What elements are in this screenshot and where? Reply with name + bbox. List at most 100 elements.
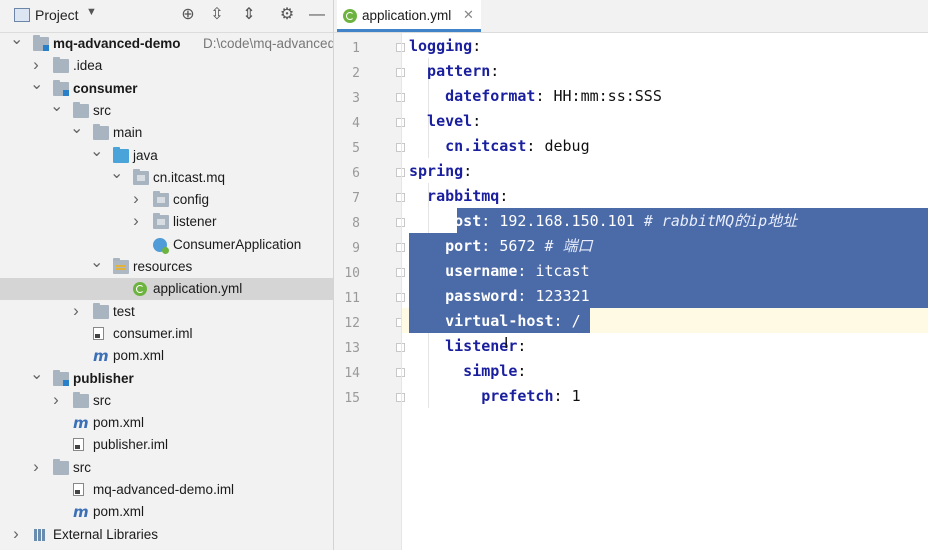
project-view-icon[interactable] <box>14 8 30 22</box>
yaml-key: pattern <box>409 62 491 80</box>
tree-item-label: cn.itcast.mq <box>153 169 226 185</box>
chevron-right-icon[interactable]: › <box>130 210 142 232</box>
tree-item-label: .idea <box>73 58 103 74</box>
tab-application-yml[interactable]: application.yml ✕ <box>337 0 481 32</box>
package-icon <box>133 168 149 185</box>
chevron-down-icon[interactable]: ⌄ <box>50 96 63 118</box>
close-icon[interactable]: ✕ <box>463 7 474 23</box>
tree-item[interactable]: › listener <box>0 211 333 233</box>
line-number: 4 <box>352 116 360 131</box>
chevron-down-icon[interactable]: ⌄ <box>30 364 43 386</box>
yaml-key: port <box>409 237 482 255</box>
code-line: cn.itcast: debug <box>409 134 590 159</box>
project-title[interactable]: Project <box>35 7 79 23</box>
tree-item[interactable]: ⌄ publisher <box>0 366 333 390</box>
maven-icon: m <box>73 503 89 522</box>
line-number: 3 <box>352 91 360 106</box>
yaml-comment: # rabbitMQ的ip地址 <box>643 212 798 230</box>
tree-item[interactable]: › config <box>0 189 333 211</box>
package-icon <box>153 191 169 208</box>
folder-icon <box>73 391 89 408</box>
tree-item[interactable]: m pom.xml <box>0 501 333 523</box>
tree-item-label: listener <box>173 214 217 230</box>
tree-item[interactable]: m pom.xml <box>0 345 333 367</box>
folder-icon <box>53 458 69 475</box>
yaml-value: debug <box>544 137 590 155</box>
tree-item-label: consumer <box>73 80 138 96</box>
tree-item-label: consumer.iml <box>113 325 193 341</box>
chevron-right-icon[interactable]: › <box>130 188 142 210</box>
line-number: 5 <box>352 141 360 156</box>
tree-item-label: mq-advanced-demo <box>53 36 181 51</box>
module-path: D:\code\mq-advanced-de <box>203 36 334 51</box>
tree-item-label: java <box>133 147 158 163</box>
chevron-right-icon[interactable]: › <box>50 389 62 411</box>
tree-item[interactable]: › src <box>0 390 333 412</box>
chevron-down-icon[interactable]: ⌄ <box>90 252 103 274</box>
tree-item[interactable]: ConsumerApplication <box>0 234 333 256</box>
maven-icon: m <box>93 347 109 366</box>
chevron-right-icon[interactable]: › <box>10 523 22 545</box>
module-folder-icon <box>53 79 69 96</box>
tree-item[interactable]: application.yml <box>0 278 333 301</box>
tree-item[interactable]: ⌄ mq-advanced-demo D:\code\mq-advanced-de <box>0 31 334 55</box>
tree-item[interactable]: ⌄ cn.itcast.mq <box>0 165 333 189</box>
iml-file-icon <box>73 438 84 452</box>
chevron-right-icon[interactable]: › <box>70 300 82 322</box>
yaml-key: listener <box>409 337 518 355</box>
chevron-down-icon[interactable]: ⌄ <box>30 74 43 96</box>
gutter-divider <box>401 33 402 550</box>
chevron-down-icon[interactable]: ▼ <box>86 6 97 18</box>
tree-item[interactable]: mq-advanced-demo.iml <box>0 479 333 501</box>
tree-item-label: External Libraries <box>53 526 159 542</box>
yaml-key: rabbitmq <box>409 187 500 205</box>
hide-icon[interactable]: — <box>308 6 326 24</box>
tree-item[interactable]: consumer.iml <box>0 323 333 345</box>
code-line: simple: <box>409 359 526 384</box>
chevron-down-icon[interactable]: ⌄ <box>70 118 83 140</box>
module-folder-icon <box>33 35 49 51</box>
collapse-all-icon[interactable]: ⇕ <box>240 6 258 24</box>
yaml-value: / <box>571 312 581 330</box>
tree-item[interactable]: ⌄ resources <box>0 254 333 278</box>
chevron-right-icon[interactable]: › <box>30 456 42 478</box>
tree-item[interactable]: › src <box>0 457 333 479</box>
code-line: password: 123321 <box>409 284 590 309</box>
tree-item[interactable]: ⌄ src <box>0 98 333 122</box>
yaml-colon: : <box>517 362 527 380</box>
locate-icon[interactable]: ⊕ <box>179 6 197 24</box>
yaml-value: itcast <box>535 262 590 280</box>
chevron-down-icon[interactable]: ⌄ <box>90 141 103 163</box>
chevron-down-icon[interactable]: ⌄ <box>10 29 23 51</box>
line-number: 1 <box>352 41 360 56</box>
yaml-colon: : <box>517 262 536 280</box>
tree-item[interactable]: › test <box>0 301 333 323</box>
expand-all-icon[interactable]: ⇳ <box>208 6 226 24</box>
tree-item[interactable]: ⌄ java <box>0 143 333 167</box>
yaml-colon: : <box>526 137 545 155</box>
code-line: port: 5672 # 端口 <box>409 234 592 259</box>
tree-item[interactable]: › External Libraries <box>0 524 333 546</box>
tree-item-label: pom.xml <box>93 504 145 520</box>
tree-item[interactable]: ⌄ main <box>0 120 333 144</box>
yaml-key: host <box>409 212 482 230</box>
yaml-key: dateformat <box>409 87 536 105</box>
code-line: virtual-host: / <box>409 309 581 334</box>
tree-item[interactable]: m pom.xml <box>0 412 333 434</box>
tree-item[interactable]: › .idea <box>0 55 333 77</box>
tree-item-label: main <box>113 125 143 141</box>
code-line: prefetch: 1 <box>409 384 580 409</box>
line-number: 13 <box>344 341 360 356</box>
tree-item-label: src <box>93 102 111 118</box>
line-number: 2 <box>352 66 360 81</box>
tree-item-label: ConsumerApplication <box>173 236 302 252</box>
yaml-colon: : <box>553 387 572 405</box>
project-panel: Project ▼ ⊕ ⇳ ⇕ ⚙ — ⌄ mq-advanced-demo D:\… <box>0 0 334 550</box>
tree-item[interactable]: publisher.iml <box>0 434 333 456</box>
gear-icon[interactable]: ⚙ <box>278 6 296 24</box>
line-number: 14 <box>344 366 360 381</box>
yaml-key: password <box>409 287 518 305</box>
tree-item-label: publisher.iml <box>93 437 169 453</box>
tree-item-label: src <box>93 392 111 408</box>
chevron-down-icon[interactable]: ⌄ <box>110 163 123 185</box>
